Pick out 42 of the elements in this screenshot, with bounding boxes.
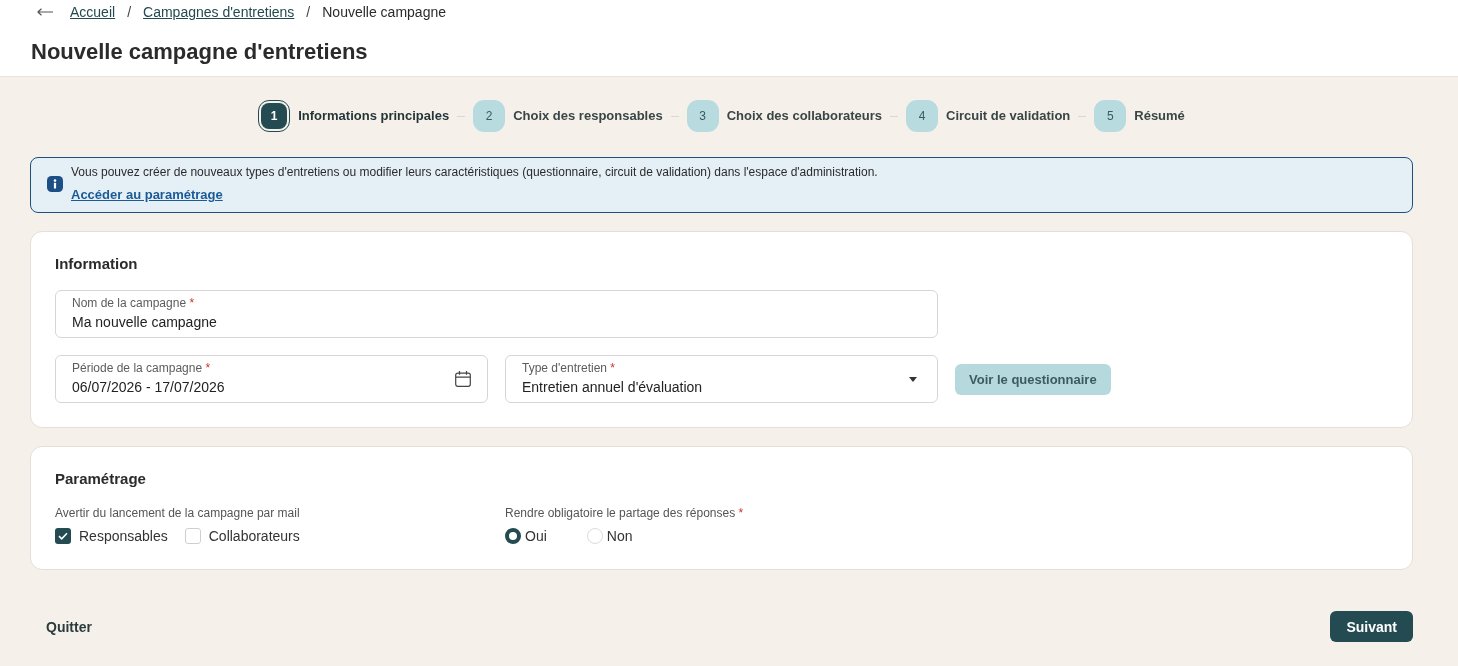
step-label[interactable]: Choix des responsables <box>513 107 663 125</box>
date-range-field[interactable]: Période de la campagne * 06/07/2026 - 17/07/2026 <box>55 355 488 403</box>
breadcrumb-link[interactable]: Campagnes d'entretiens <box>143 3 295 21</box>
breadcrumb-separator: / <box>306 3 311 21</box>
checkbox-label[interactable]: Collaborateurs <box>208 526 300 546</box>
page-title: Nouvelle campagne d'entretiens <box>31 38 368 66</box>
step-number[interactable]: 1 <box>258 100 291 132</box>
step-label[interactable]: Résumé <box>1134 107 1185 125</box>
back-arrow-icon[interactable] <box>37 8 53 16</box>
step-number[interactable]: 4 <box>906 100 938 132</box>
caret-icon[interactable] <box>909 376 917 382</box>
info-icon <box>47 176 63 192</box>
step-label[interactable]: Circuit de validation <box>946 107 1071 125</box>
checkbox[interactable] <box>55 528 71 544</box>
view-questionnaire-button[interactable]: Voir le questionnaire <box>955 363 1111 395</box>
checkbox[interactable] <box>184 528 201 544</box>
group-label: Avertir du lancement de la campagne par mail <box>55 505 300 521</box>
radio-label[interactable]: Oui <box>525 526 547 546</box>
next-button[interactable]: Suivant <box>1330 611 1413 642</box>
checkbox-label[interactable]: Responsables <box>79 526 168 546</box>
card-title: Information <box>55 254 138 274</box>
campaign-name-field[interactable]: Nom de la campagne * Ma nouvelle campagne <box>55 290 938 338</box>
banner-text: Vous pouvez créer de nouveaux types d'entretiens ou modifier leurs caractéristiques (questionnaire, circuit de validation) dans l'espace d'administration. <box>71 164 878 180</box>
radio-label[interactable]: Non <box>606 526 633 546</box>
breadcrumb-separator: / <box>127 3 132 21</box>
step-number[interactable]: 2 <box>473 100 506 132</box>
radio-button[interactable] <box>505 528 521 544</box>
group-label: Rendre obligatoire le partage des réponses * <box>505 505 744 521</box>
step-number[interactable]: 5 <box>1094 100 1127 132</box>
card-title: Paramétrage <box>55 469 146 489</box>
breadcrumb-link[interactable]: Accueil <box>70 3 116 21</box>
calendar-icon[interactable] <box>455 371 471 387</box>
step-label[interactable]: Choix des collaborateurs <box>726 107 882 125</box>
step-number[interactable]: 3 <box>686 100 719 132</box>
step-label[interactable]: Informations principales <box>298 107 450 125</box>
breadcrumb-current: Nouvelle campagne <box>322 3 446 21</box>
field-label: Nom de la campagne * <box>72 296 195 310</box>
field-label: Type d'entretien * <box>522 361 616 375</box>
quit-button[interactable]: Quitter <box>30 611 108 642</box>
settings-link[interactable]: Accéder au paramétrage <box>71 186 223 204</box>
interview-type-select[interactable]: Type d'entretien * Entretien annuel d'évaluation <box>505 355 938 403</box>
field-label: Période de la campagne * <box>72 361 211 375</box>
